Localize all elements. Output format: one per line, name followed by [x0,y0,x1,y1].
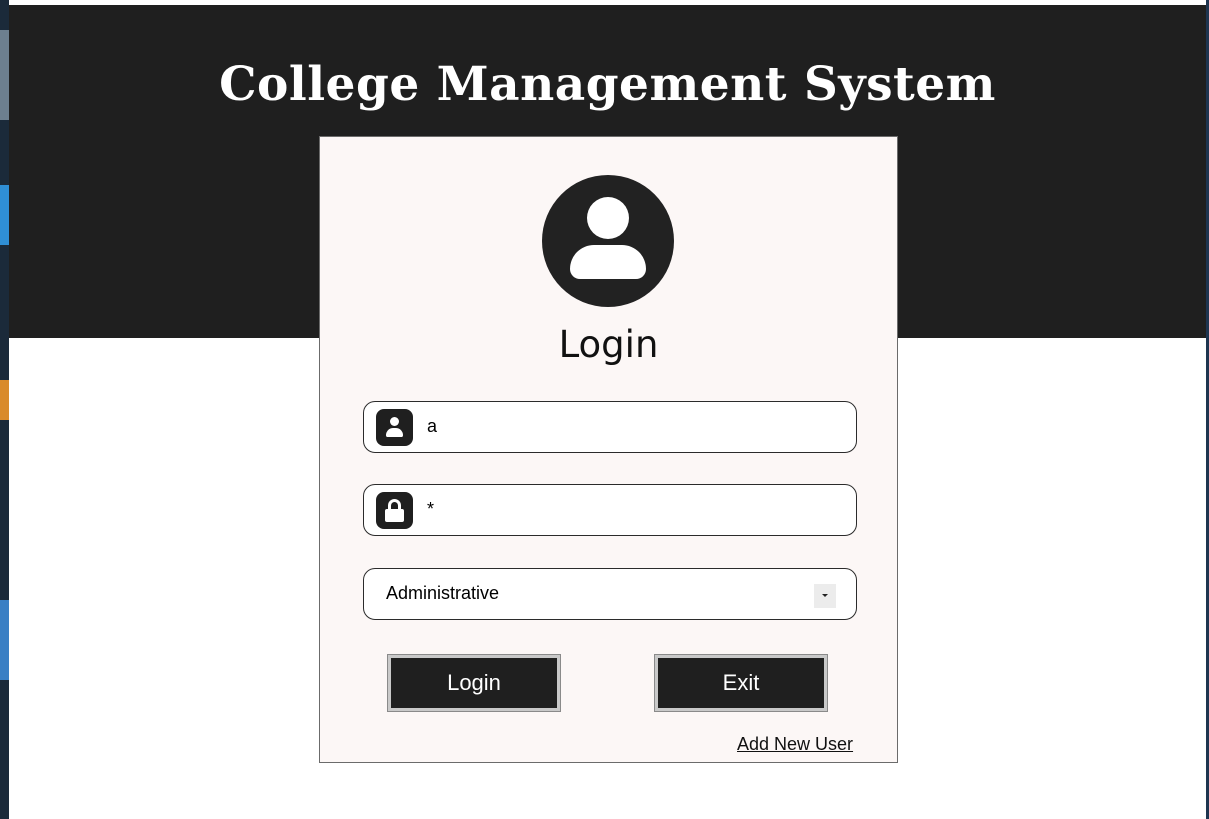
user-icon-head [390,417,399,426]
lock-icon [376,492,413,529]
desktop-fragment [0,380,9,420]
role-select[interactable]: Administrative [363,568,857,620]
login-heading: Login [558,323,659,366]
desktop-fragment [0,600,9,680]
password-value[interactable]: * [427,499,434,520]
login-button[interactable]: Login [387,654,561,712]
lock-icon-body [385,509,404,522]
desktop-fragment [0,30,9,120]
password-field[interactable]: * [363,484,857,536]
user-icon-body [386,428,403,437]
app-title: College Management System [219,57,996,112]
user-icon [376,409,413,446]
avatar-body [570,245,646,279]
role-select-value[interactable]: Administrative [386,583,499,604]
add-new-user-link[interactable]: Add New User [737,734,853,755]
desktop-fragment [0,185,9,245]
desktop-background-left [0,0,9,819]
chevron-down-icon[interactable] [814,584,836,608]
username-value[interactable]: a [427,416,437,437]
exit-button[interactable]: Exit [654,654,828,712]
login-panel: Login a * Administrative Login Exit Add … [319,136,898,763]
username-field[interactable]: a [363,401,857,453]
user-avatar-icon [542,175,674,307]
login-window: College Management System Login a * Admi… [9,5,1206,819]
avatar-head [587,197,629,239]
